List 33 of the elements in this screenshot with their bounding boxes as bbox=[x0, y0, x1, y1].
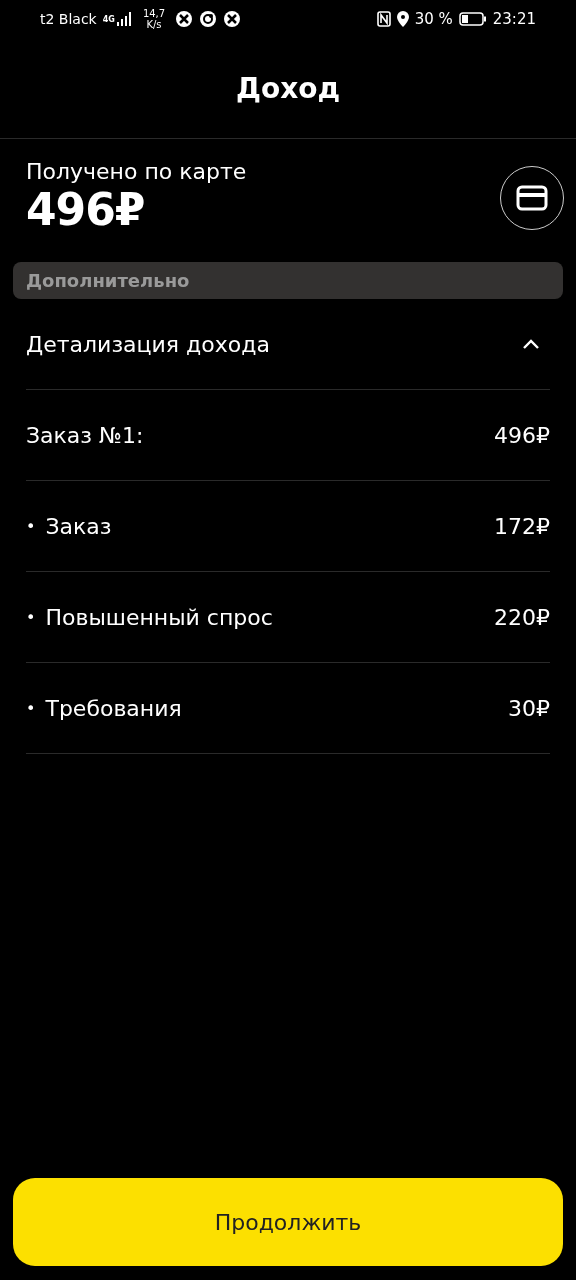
row-label: Повышенный спрос bbox=[45, 604, 273, 630]
section-title: Дополнительно bbox=[26, 270, 190, 291]
chevron-icon bbox=[522, 338, 540, 350]
row-label: Заказ №1: bbox=[26, 422, 144, 448]
carrier-name: t2 Black bbox=[40, 11, 97, 27]
app-icon bbox=[223, 10, 242, 28]
app-icon bbox=[175, 10, 194, 28]
row-value: 220₽ bbox=[494, 604, 550, 630]
speed-value: 14,7 bbox=[142, 8, 166, 19]
continue-button[interactable]: Продолжить bbox=[13, 1178, 563, 1266]
signal-icon bbox=[116, 12, 133, 26]
nfc-icon bbox=[376, 11, 391, 27]
battery-icon bbox=[458, 12, 487, 26]
details-toggle[interactable]: Детализация дохода bbox=[26, 299, 550, 390]
screen-title: Доход bbox=[235, 71, 341, 105]
app-icon bbox=[199, 10, 218, 28]
network-type: 4G bbox=[102, 14, 115, 24]
row-label: Требования bbox=[45, 695, 182, 721]
row-value: 30₽ bbox=[508, 695, 550, 721]
row-value: 172₽ bbox=[494, 513, 550, 539]
clock-time: 23:21 bbox=[492, 10, 536, 28]
bullet: • bbox=[26, 607, 36, 627]
income-label: Получено по карте bbox=[26, 159, 247, 184]
bullet: • bbox=[26, 698, 36, 718]
location-icon bbox=[396, 11, 409, 27]
row-value: 496₽ bbox=[494, 422, 550, 448]
details-title: Детализация дохода bbox=[26, 331, 270, 357]
card-icon bbox=[516, 184, 548, 211]
row-label: Заказ bbox=[45, 513, 112, 539]
battery-percent: 30 % bbox=[414, 10, 453, 28]
bullet: • bbox=[26, 516, 36, 536]
speed-unit: K/s bbox=[146, 19, 162, 30]
income-amount: 496₽ bbox=[26, 184, 146, 236]
